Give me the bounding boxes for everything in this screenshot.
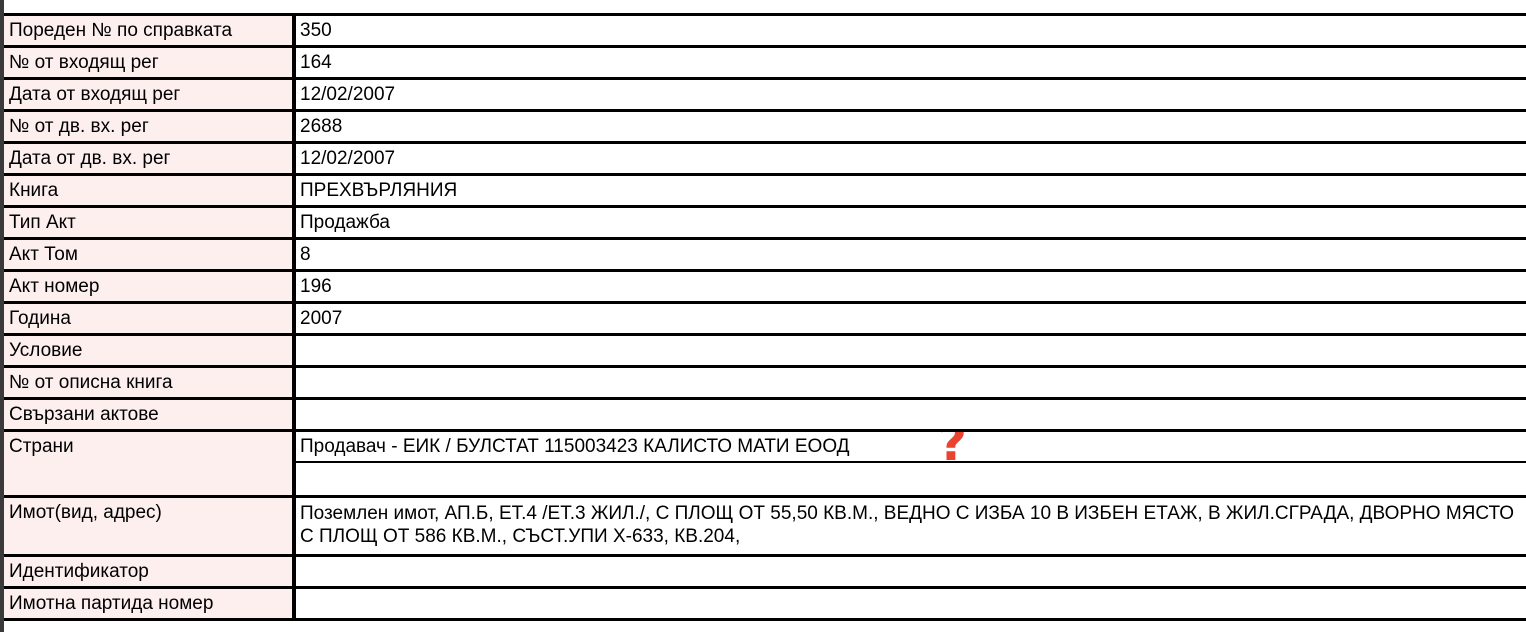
row-year: Година 2007 <box>4 304 1526 336</box>
label-double-incoming-reg-date: Дата от дв. вх. рег <box>4 144 292 176</box>
row-property-batch-number: Имотна партида номер <box>4 589 1526 621</box>
value-year: 2007 <box>296 304 1526 336</box>
label-book: Книга <box>4 176 292 208</box>
label-incoming-reg-number: № от входящ рег <box>4 48 292 80</box>
value-act-type: Продажба <box>296 208 1526 240</box>
row-double-incoming-reg-date: Дата от дв. вх. рег 12/02/2007 <box>4 144 1526 176</box>
label-related-acts: Свързани актове <box>4 400 292 432</box>
row-incoming-reg-date: Дата от входящ рег 12/02/2007 <box>4 80 1526 112</box>
value-inventory-book-number <box>296 368 1526 400</box>
label-identifier: Идентификатор <box>4 557 292 589</box>
value-condition <box>296 336 1526 368</box>
row-act-number: Акт номер 196 <box>4 272 1526 304</box>
label-sequence-number: Пореден № по справката <box>4 16 292 48</box>
value-act-volume: 8 <box>296 240 1526 272</box>
label-incoming-reg-date: Дата от входящ рег <box>4 80 292 112</box>
row-condition: Условие <box>4 336 1526 368</box>
row-identifier: Идентификатор <box>4 557 1526 589</box>
label-double-incoming-reg-number: № от дв. вх. рег <box>4 112 292 144</box>
value-related-acts <box>296 400 1526 432</box>
value-property: Поземлен имот, АП.Б, ЕТ.4 /ЕТ.3 ЖИЛ./, С… <box>296 498 1526 557</box>
value-book: ПРЕХВЪРЛЯНИЯ <box>296 176 1526 208</box>
value-identifier <box>296 557 1526 589</box>
label-inventory-book-number: № от описна книга <box>4 368 292 400</box>
value-incoming-reg-date: 12/02/2007 <box>296 80 1526 112</box>
label-year: Година <box>4 304 292 336</box>
row-double-incoming-reg-number: № от дв. вх. рег 2688 <box>4 112 1526 144</box>
label-parties: Страни <box>4 432 292 498</box>
value-property-batch-number <box>296 589 1526 621</box>
row-act-volume: Акт Том 8 <box>4 240 1526 272</box>
label-act-volume: Акт Том <box>4 240 292 272</box>
value-act-number: 196 <box>296 272 1526 304</box>
value-incoming-reg-number: 164 <box>296 48 1526 80</box>
value-double-incoming-reg-date: 12/02/2007 <box>296 144 1526 176</box>
row-book: Книга ПРЕХВЪРЛЯНИЯ <box>4 176 1526 208</box>
value-parties-seller: Продавач - ЕИК / БУЛСТАТ 115003423 КАЛИС… <box>300 436 850 457</box>
label-property-batch-number: Имотна партида номер <box>4 589 292 621</box>
label-act-type: Тип Акт <box>4 208 292 240</box>
row-incoming-reg-number: № от входящ рег 164 <box>4 48 1526 80</box>
row-related-acts: Свързани актове <box>4 400 1526 432</box>
row-property: Имот(вид, адрес) Поземлен имот, АП.Б, ЕТ… <box>4 498 1526 557</box>
row-parties: Страни Продавач - ЕИК / БУЛСТАТ 11500342… <box>4 432 1526 498</box>
value-parties-second <box>296 463 1526 495</box>
row-act-type: Тип Акт Продажба <box>4 208 1526 240</box>
label-condition: Условие <box>4 336 292 368</box>
label-act-number: Акт номер <box>4 272 292 304</box>
label-property: Имот(вид, адрес) <box>4 498 292 557</box>
property-record-table: Пореден № по справката 350 № от входящ р… <box>4 16 1526 621</box>
value-double-incoming-reg-number: 2688 <box>296 112 1526 144</box>
row-sequence-number: Пореден № по справката 350 <box>4 16 1526 48</box>
row-inventory-book-number: № от описна книга <box>4 368 1526 400</box>
value-sequence-number: 350 <box>296 16 1526 48</box>
